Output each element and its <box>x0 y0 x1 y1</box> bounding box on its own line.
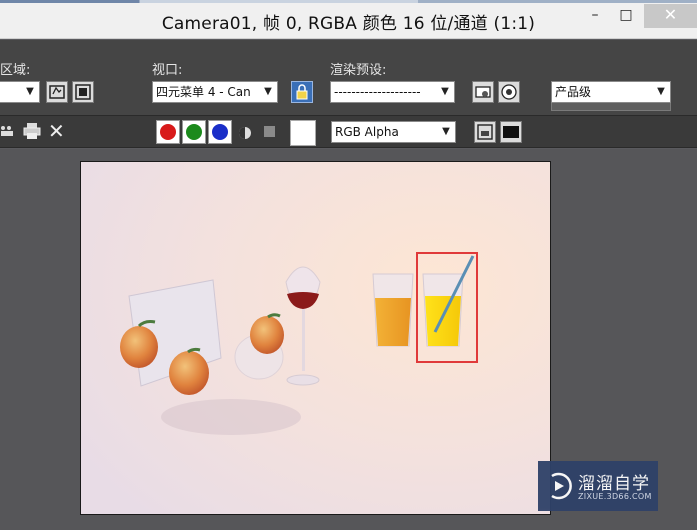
quality-select[interactable]: 产品级 ▼ <box>551 81 671 103</box>
clear-icon[interactable]: ✕ <box>48 121 66 141</box>
chevron-down-icon: ▼ <box>654 82 668 102</box>
blue-channel-toggle[interactable] <box>208 120 232 144</box>
selection-highlight-box <box>416 252 478 363</box>
chevron-down-icon: ▼ <box>439 122 453 142</box>
render-area-select[interactable]: ▼ <box>0 81 40 103</box>
print-icon[interactable] <box>22 122 42 140</box>
watermark-logo: 溜溜自学 ZIXUE.3D66.COM <box>538 461 658 511</box>
render-preset-label: 渲染预设: <box>330 63 387 78</box>
environment-icon[interactable] <box>498 81 520 103</box>
blue-dot-icon <box>212 124 228 140</box>
channel-toolbar: ✕ RGB Alpha ▼ <box>0 115 697 148</box>
window-titlebar: Camera01, 帧 0, RGBA 颜色 16 位/通道 (1:1) – □… <box>0 0 697 39</box>
render-area-label: 渲染区域: <box>0 63 31 78</box>
minimize-button[interactable]: – <box>578 4 612 28</box>
edit-region-icon[interactable] <box>46 81 68 103</box>
channel-select[interactable]: RGB Alpha ▼ <box>331 121 456 143</box>
render-toolbar: 渲染区域: ▼ 视口: 四元菜单 4 - Can▼ 渲染预设: --------… <box>0 40 697 115</box>
watermark-url: ZIXUE.3D66.COM <box>578 492 652 501</box>
clone-window-icon[interactable] <box>0 123 16 139</box>
viewport-label: 视口: <box>152 63 183 78</box>
auto-region-icon[interactable] <box>72 81 94 103</box>
red-dot-icon <box>160 124 176 140</box>
toggle-ui-overlay-icon[interactable] <box>474 121 496 143</box>
watermark-title: 溜溜自学 <box>578 474 650 494</box>
swatch-box[interactable] <box>290 120 316 146</box>
taskbar-strip <box>0 0 697 3</box>
viewport-select[interactable]: 四元菜单 4 - Can ▼ <box>152 81 278 103</box>
monochrome-icon[interactable] <box>264 126 275 137</box>
toggle-ui-icon[interactable] <box>500 121 522 143</box>
play-logo-icon <box>551 472 572 500</box>
chevron-down-icon: ▼ <box>438 82 452 102</box>
chevron-down-icon: ▼ <box>261 82 275 102</box>
render-setup-icon[interactable] <box>472 81 494 103</box>
close-button[interactable]: ✕ <box>644 4 697 28</box>
lock-icon[interactable] <box>291 81 313 103</box>
rendered-image[interactable] <box>80 161 551 515</box>
maximize-button[interactable]: □ <box>609 4 643 28</box>
render-preset-select[interactable]: -------------------- ▼ <box>330 81 455 103</box>
green-channel-toggle[interactable] <box>182 120 206 144</box>
alpha-channel-icon[interactable] <box>238 125 252 139</box>
red-channel-toggle[interactable] <box>156 120 180 144</box>
chevron-down-icon: ▼ <box>23 82 37 102</box>
green-dot-icon <box>186 124 202 140</box>
